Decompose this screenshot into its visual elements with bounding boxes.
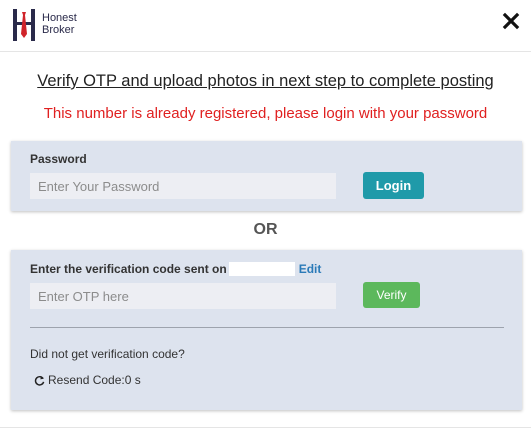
otp-modal: Honest Broker Verify OTP and upload phot… [0, 0, 531, 429]
password-label: Password [30, 152, 87, 166]
close-button[interactable] [501, 11, 521, 31]
footer-divider [0, 427, 531, 428]
logo-text-line1: Honest [42, 12, 77, 24]
otp-panel: Enter the verification code sent on Edit … [11, 250, 522, 410]
password-panel: Password Login [11, 141, 522, 211]
logo-text-line2: Broker [42, 24, 75, 36]
resend-code-label: Resend Code:0 s [48, 373, 141, 387]
page-title: Verify OTP and upload photos in next ste… [37, 72, 494, 90]
phone-number-mask [228, 262, 295, 276]
edit-number-link[interactable]: Edit [299, 262, 322, 276]
otp-input[interactable] [30, 283, 336, 309]
resend-code-link[interactable]: Resend Code:0 s [34, 373, 141, 387]
verify-button[interactable]: Verify [363, 282, 420, 308]
registered-warning: This number is already registered, pleas… [43, 105, 488, 122]
otp-label: Enter the verification code sent on [30, 262, 227, 276]
divider [30, 327, 504, 328]
close-icon [502, 12, 520, 30]
logo-mark-icon [13, 9, 35, 41]
logo-text: Honest Broker [42, 12, 77, 36]
otp-label-row: Enter the verification code sent on Edit [30, 262, 321, 276]
login-button[interactable]: Login [363, 172, 424, 199]
honest-broker-logo: Honest Broker [12, 6, 92, 46]
refresh-icon [34, 375, 45, 386]
no-code-text: Did not get verification code? [30, 347, 185, 361]
modal-header: Honest Broker [0, 0, 531, 52]
or-separator: OR [253, 221, 278, 238]
password-input[interactable] [30, 173, 336, 199]
